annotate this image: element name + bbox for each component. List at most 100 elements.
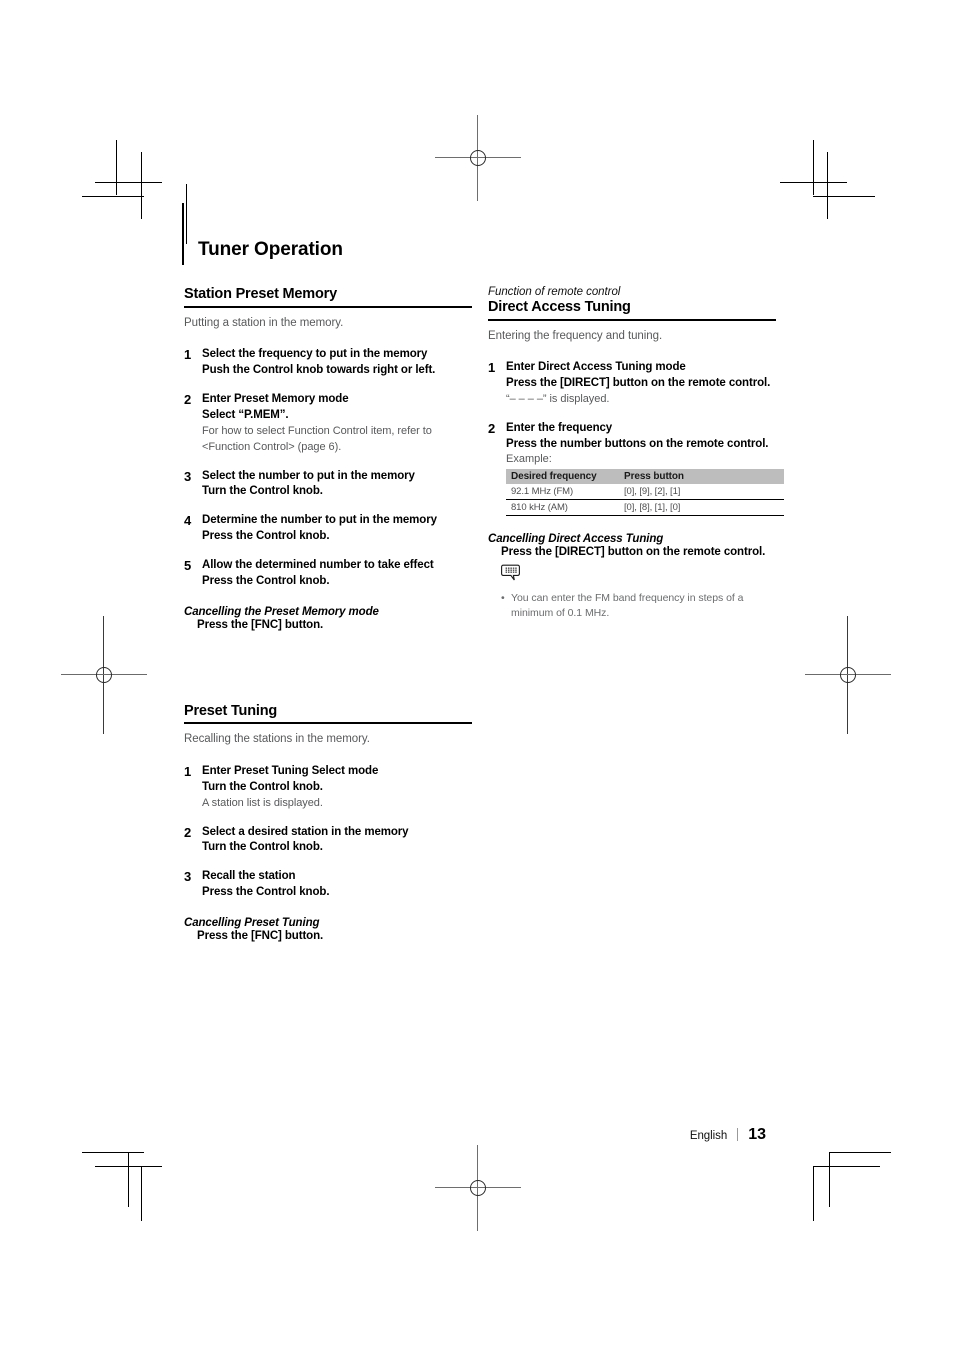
registration-mark-top xyxy=(435,115,521,201)
crop-mark-bottom-right-outer-h xyxy=(829,1152,891,1153)
memo-bubble-icon xyxy=(501,564,776,588)
chapter-title-block: Tuner Operation xyxy=(182,203,802,265)
step-action: Turn the Control knob. xyxy=(202,841,323,854)
right-column: Function of remote control Direct Access… xyxy=(488,286,784,623)
step-title: Select the number to put in the memory xyxy=(202,469,415,482)
step-number: 2 xyxy=(488,420,496,436)
step-item: 4 Determine the number to put in the mem… xyxy=(184,513,472,545)
step-action: Press the Control knob. xyxy=(202,886,330,899)
step-title: Enter Direct Access Tuning mode xyxy=(506,361,686,374)
cancel-block: Cancelling Preset Tuning Press the [FNC]… xyxy=(184,917,472,942)
section-heading: Preset Tuning xyxy=(184,702,278,719)
crop-mark-top-left-inner-h xyxy=(95,182,162,183)
cancel-action: Press the [DIRECT] button on the remote … xyxy=(501,545,766,558)
step-action: Press the Control knob. xyxy=(202,530,330,543)
cancel-block: Cancelling Direct Access Tuning Press th… xyxy=(488,533,776,558)
cell-buttons: [0], [8], [1], [0] xyxy=(619,499,784,516)
step-action: Turn the Control knob. xyxy=(202,780,323,793)
step-note: A station list is displayed. xyxy=(202,796,323,809)
registration-mark-bottom xyxy=(435,1145,521,1231)
step-number: 1 xyxy=(488,360,496,376)
page-footer: English 13 xyxy=(690,1126,766,1144)
cell-frequency: 92.1 MHz (FM) xyxy=(506,483,619,500)
crop-mark-bottom-right-inner-v xyxy=(813,1166,814,1221)
step-title: Recall the station xyxy=(202,870,296,883)
step-item: 1 Select the frequency to put in the mem… xyxy=(184,347,472,379)
step-number: 1 xyxy=(184,347,192,363)
cancel-heading: Cancelling Preset Tuning xyxy=(184,916,320,929)
section-lead: Recalling the stations in the memory. xyxy=(184,733,370,746)
crop-mark-bottom-left-outer-h xyxy=(82,1152,144,1153)
section-rule xyxy=(184,722,472,725)
crop-mark-bottom-left-inner-v xyxy=(141,1166,142,1221)
section-rule xyxy=(184,305,472,308)
crop-mark-top-right-inner-h xyxy=(780,182,847,183)
step-item: 3 Recall the station Press the Control k… xyxy=(184,869,472,901)
registration-mark-right xyxy=(805,616,891,734)
cell-buttons: [0], [9], [2], [1] xyxy=(619,483,784,500)
step-title: Select the frequency to put in the memor… xyxy=(202,348,428,361)
crop-mark-top-left-outer-h xyxy=(82,196,144,197)
memo-tip: • You can enter the FM band frequency in… xyxy=(501,591,776,623)
cancel-heading: Cancelling the Preset Memory mode xyxy=(184,605,379,618)
step-item: 2 Enter the frequency Press the number b… xyxy=(488,420,784,520)
table-row: 810 kHz (AM) [0], [8], [1], [0] xyxy=(506,499,784,516)
step-number: 2 xyxy=(184,824,192,840)
manual-page: Tuner Operation Station Preset Memory Pu… xyxy=(0,0,954,1350)
left-column: Station Preset Memory Putting a station … xyxy=(184,286,472,946)
step-item: 2 Enter Preset Memory mode Select “P.MEM… xyxy=(184,392,472,456)
step-action: Select “P.MEM”. xyxy=(202,408,289,421)
step-number: 4 xyxy=(184,513,192,529)
step-title: Select a desired station in the memory xyxy=(202,825,409,838)
footer-page-number: 13 xyxy=(748,1126,766,1143)
page-title: Tuner Operation xyxy=(198,239,343,260)
step-number: 1 xyxy=(184,763,192,779)
cell-frequency: 810 kHz (AM) xyxy=(506,499,619,516)
crop-mark-bottom-left-inner-h xyxy=(95,1166,162,1167)
cancel-block: Cancelling the Preset Memory mode Press … xyxy=(184,606,472,631)
step-title: Enter Preset Tuning Select mode xyxy=(202,764,379,777)
step-action: Press the [DIRECT] button on the remote … xyxy=(506,377,771,390)
crop-mark-top-left-inner-v xyxy=(141,152,142,219)
footer-separator xyxy=(737,1128,739,1141)
step-number: 2 xyxy=(184,391,192,407)
example-label: Example: xyxy=(506,452,552,465)
section-rule xyxy=(488,318,776,321)
registration-mark-left xyxy=(61,616,147,734)
step-title: Enter Preset Memory mode xyxy=(202,392,349,405)
section-lead: Putting a station in the memory. xyxy=(184,316,344,329)
step-note: “– – – –” is displayed. xyxy=(506,392,610,405)
section-overline: Function of remote control xyxy=(488,286,621,298)
step-item: 5 Allow the determined number to take ef… xyxy=(184,558,472,590)
footer-language: English xyxy=(689,1130,728,1142)
section-heading: Direct Access Tuning xyxy=(488,299,631,315)
step-title: Allow the determined number to take effe… xyxy=(202,558,434,571)
step-number: 3 xyxy=(184,468,192,484)
table-header-desired-frequency: Desired frequency xyxy=(506,468,619,484)
crop-mark-bottom-left-outer-v xyxy=(128,1152,129,1207)
step-action: Turn the Control knob. xyxy=(202,485,323,498)
step-item: 1 Enter Preset Tuning Select mode Turn t… xyxy=(184,764,472,812)
step-item: 3 Select the number to put in the memory… xyxy=(184,469,472,501)
section-preset-tuning: Preset Tuning Recalling the stations in … xyxy=(184,703,472,942)
step-action: Push the Control knob towards right or l… xyxy=(202,364,436,377)
bullet-glyph: • xyxy=(501,591,505,604)
crop-mark-top-right-inner-v xyxy=(827,152,828,219)
step-title: Enter the frequency xyxy=(506,421,613,434)
step-note: For how to select Function Control item,… xyxy=(202,424,432,453)
cancel-heading: Cancelling Direct Access Tuning xyxy=(488,532,664,545)
crop-mark-top-left-outer-v xyxy=(116,140,117,195)
step-number: 5 xyxy=(184,557,192,573)
crop-mark-top-right-outer-h xyxy=(813,196,875,197)
step-action: Press the number buttons on the remote c… xyxy=(506,437,769,450)
crop-mark-bottom-right-inner-h2 xyxy=(813,1166,880,1167)
step-item: 2 Select a desired station in the memory… xyxy=(184,825,472,857)
step-item: 1 Enter Direct Access Tuning mode Press … xyxy=(488,360,776,408)
frequency-example-table: Desired frequency Press button 92.1 MHz … xyxy=(506,468,784,516)
section-heading: Station Preset Memory xyxy=(184,286,337,302)
cancel-action: Press the [FNC] button. xyxy=(197,929,324,942)
crop-mark-top-right-outer-v xyxy=(813,140,814,195)
section-lead: Entering the frequency and tuning. xyxy=(488,329,663,342)
table-header-press-button: Press button xyxy=(619,468,784,484)
step-number: 3 xyxy=(184,869,192,885)
